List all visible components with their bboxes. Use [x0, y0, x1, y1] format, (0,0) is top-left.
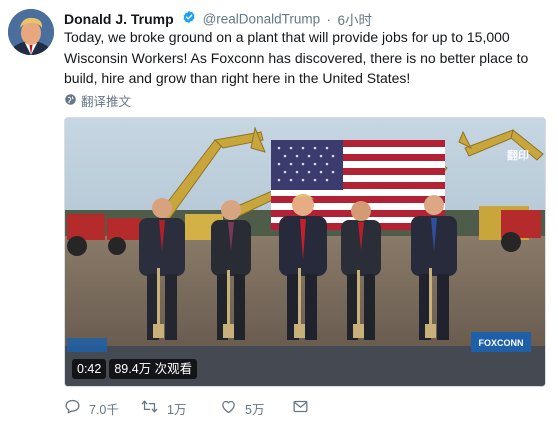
like-button[interactable]: 5万 — [220, 398, 264, 418]
translate-tweet-link[interactable]: 翻译推文 — [64, 91, 131, 110]
author-name[interactable]: Donald J. Trump — [64, 11, 174, 27]
video-view-count: 89.4万 次观看 — [109, 359, 198, 379]
separator-dot: · — [326, 11, 332, 27]
envelope-icon — [292, 398, 309, 418]
video-player[interactable]: FOXCONN 翻印 0:42 89.4万 次观看 — [64, 117, 546, 387]
avatar[interactable] — [8, 9, 54, 55]
reply-count: 7.0千 — [89, 402, 119, 417]
retweet-icon — [140, 398, 159, 418]
direct-message-button[interactable] — [292, 398, 309, 418]
author-handle[interactable]: @realDonaldTrump — [203, 12, 321, 27]
retweet-button[interactable]: 1万 — [140, 398, 186, 418]
retweet-count: 1万 — [167, 402, 187, 417]
foxconn-sign: FOXCONN — [479, 338, 524, 348]
video-duration: 0:42 — [72, 359, 107, 379]
video-frame: FOXCONN — [65, 118, 545, 386]
video-info-badge: 0:42 89.4万 次观看 — [72, 359, 198, 379]
tweet-header: Donald J. Trump @realDonaldTrump · 6小时 — [64, 9, 372, 29]
like-count: 5万 — [245, 402, 265, 417]
tweet-actions: 7.0千 1万 5万 — [64, 398, 484, 418]
verified-badge-icon — [182, 10, 196, 29]
globe-icon — [64, 93, 77, 109]
reply-icon — [64, 398, 81, 418]
tweet-timestamp[interactable]: 6小时 — [338, 13, 373, 28]
tweet[interactable]: Donald J. Trump @realDonaldTrump · 6小时 T… — [0, 0, 558, 424]
translate-label: 翻译推文 — [81, 95, 132, 109]
video-watermark: 翻印 — [507, 150, 529, 162]
heart-icon — [220, 398, 237, 418]
reply-button[interactable]: 7.0千 — [64, 398, 119, 418]
tweet-text: Today, we broke ground on a plant that w… — [64, 29, 529, 86]
